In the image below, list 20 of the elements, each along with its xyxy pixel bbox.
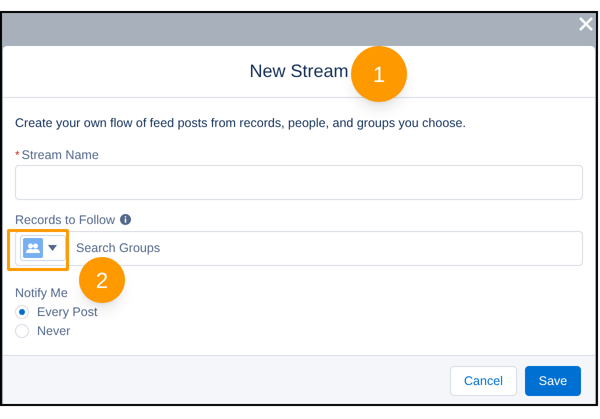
records-search-field[interactable]: Search Groups <box>15 230 583 266</box>
radio-label: Every Post <box>37 304 98 320</box>
field-label: Stream Name <box>22 146 99 163</box>
cancel-button[interactable]: Cancel <box>450 366 517 396</box>
modal-title: New Stream <box>249 60 349 83</box>
radio-button[interactable] <box>15 304 29 319</box>
radio-button[interactable] <box>15 324 29 338</box>
field-label: Notify Me <box>15 284 68 301</box>
highlight-frame <box>7 229 69 271</box>
save-button[interactable]: Save <box>525 366 581 396</box>
description-text: Create your own flow of feed posts from records, people, and groups you choose. <box>15 115 467 132</box>
object-picker-button[interactable] <box>20 235 66 262</box>
radio-label: Never <box>37 322 70 339</box>
info-icon[interactable] <box>120 214 132 226</box>
required-asterisk: * <box>15 146 20 163</box>
field-label: Records to Follow <box>15 212 116 228</box>
group-icon <box>23 238 43 258</box>
close-icon[interactable] <box>578 16 594 32</box>
caret-icon <box>48 245 57 252</box>
search-input[interactable]: Search Groups <box>76 238 582 258</box>
